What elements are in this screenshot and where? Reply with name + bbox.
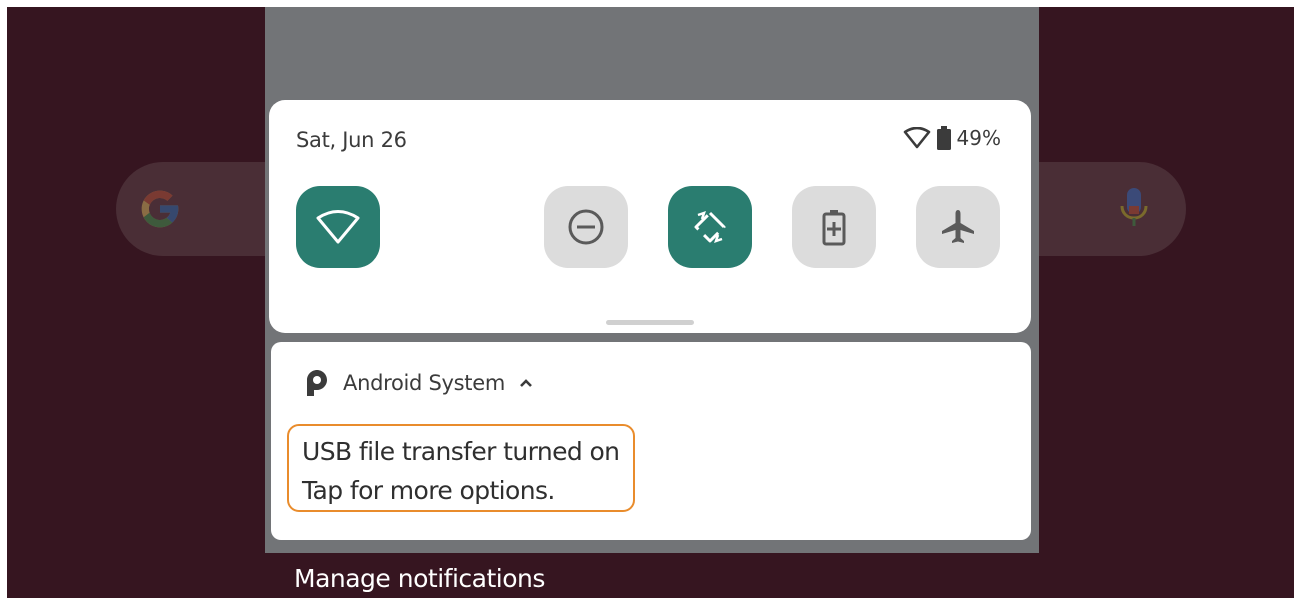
app-name-label: Android System xyxy=(343,371,505,395)
notification-header: Android System xyxy=(305,370,533,396)
wifi-icon xyxy=(316,210,360,244)
battery-saver-tile[interactable] xyxy=(792,186,876,268)
notification-title: USB file transfer turned on xyxy=(302,437,620,466)
do-not-disturb-tile[interactable] xyxy=(544,186,628,268)
notification-text: Tap for more options. xyxy=(302,476,555,505)
auto-rotate-icon xyxy=(694,211,726,243)
drag-handle[interactable] xyxy=(606,320,694,325)
quick-settings-panel: Sat, Jun 26 49% xyxy=(269,100,1031,333)
android-system-icon xyxy=(307,370,327,396)
mic-icon[interactable] xyxy=(1114,184,1154,232)
do-not-disturb-icon xyxy=(568,209,604,245)
notification-card[interactable]: Android System USB file transfer turned … xyxy=(271,342,1031,540)
airplane-icon xyxy=(942,210,974,243)
chevron-up-icon[interactable] xyxy=(519,378,533,388)
airplane-mode-tile[interactable] xyxy=(916,186,1000,268)
manage-notifications-button[interactable]: Manage notifications xyxy=(294,564,545,593)
notification-shade: Sat, Jun 26 49% Android System USB file … xyxy=(265,7,1039,553)
wifi-icon xyxy=(903,127,930,149)
battery-saver-icon xyxy=(822,210,846,246)
wifi-tile[interactable] xyxy=(296,186,380,268)
notification-content[interactable]: USB file transfer turned on Tap for more… xyxy=(287,424,635,512)
google-g-icon xyxy=(141,190,179,228)
date-label: Sat, Jun 26 xyxy=(296,128,407,152)
battery-percentage: 49% xyxy=(956,126,1001,150)
status-bar: 49% xyxy=(903,126,1001,150)
home-screen: Sat, Jun 26 49% Android System USB file … xyxy=(7,7,1294,598)
auto-rotate-tile[interactable] xyxy=(668,186,752,268)
battery-icon xyxy=(936,126,951,150)
